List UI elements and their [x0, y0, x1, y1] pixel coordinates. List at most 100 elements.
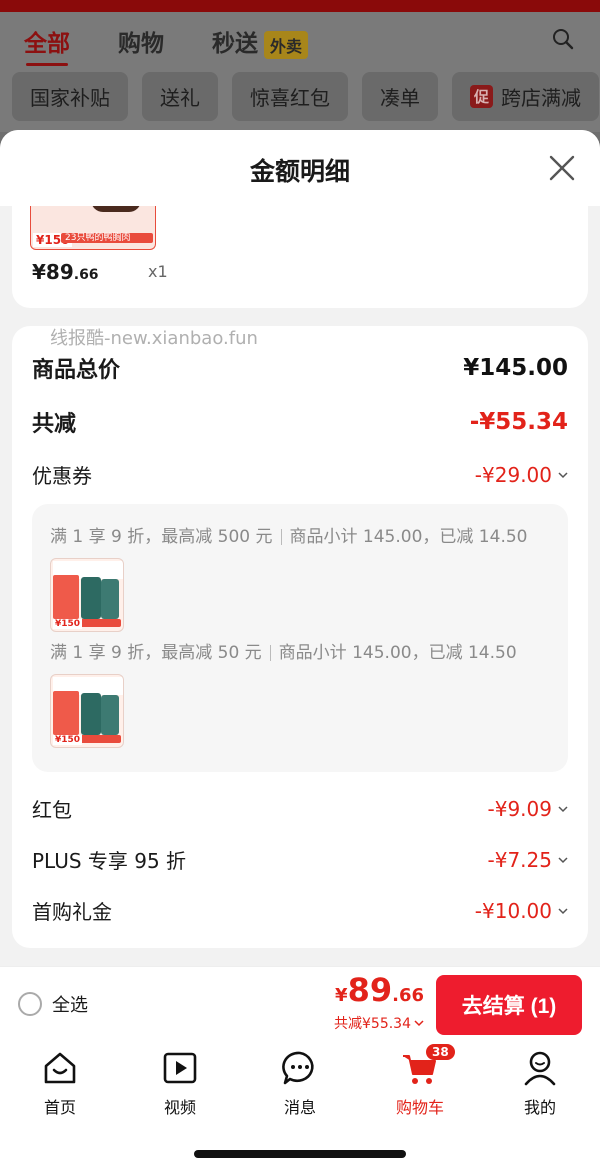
- product-thumbnail[interactable]: ¥150 23只鸭的鸭胸肉: [30, 206, 156, 250]
- waimai-badge: 外卖: [264, 30, 309, 59]
- row-red-packet[interactable]: 红包 -¥9.09: [32, 794, 568, 823]
- plus-discount-label: PLUS 专享 95 折: [32, 849, 187, 873]
- coupon-label: 优惠券: [32, 464, 92, 488]
- coupon-product-thumbnail[interactable]: ¥150: [50, 674, 124, 748]
- red-packet-label: 红包: [32, 798, 72, 822]
- message-icon: [282, 1051, 314, 1085]
- checkout-summary[interactable]: ¥89.66 共减¥55.34: [334, 971, 424, 1033]
- select-all-radio[interactable]: [18, 992, 42, 1016]
- coupon-rule: 满 1 享 9 折，最高减 50 元: [50, 643, 262, 663]
- total-price-value: ¥145.00: [463, 355, 568, 381]
- checkout-price-int: 89: [347, 971, 393, 1009]
- checkout-price: ¥89.66: [334, 971, 424, 1015]
- plus-discount-amount: -¥7.25: [487, 847, 552, 872]
- tab-shopping[interactable]: 购物: [118, 24, 164, 58]
- product-price-main: ¥89: [32, 260, 74, 284]
- tab-profile[interactable]: 我的: [500, 1048, 580, 1118]
- tab-video-label: 视频: [163, 1098, 196, 1117]
- coupon-detail-box: 满 1 享 9 折，最高减 500 元商品小计 145.00，已减 14.50 …: [32, 504, 568, 772]
- divider: [269, 645, 271, 661]
- row-plus-discount[interactable]: PLUS 专享 95 折 -¥7.25: [32, 845, 568, 874]
- video-icon: [163, 1052, 197, 1084]
- tab-video[interactable]: 视频: [140, 1048, 220, 1118]
- coupon-value: -¥29.00: [475, 463, 568, 487]
- chip-gift[interactable]: 送礼: [142, 72, 218, 121]
- product-image-shape: [91, 206, 141, 212]
- thumbnail-bag: [81, 693, 101, 735]
- chip-cross-store-label: 跨店满减: [501, 86, 582, 110]
- tab-home[interactable]: 首页: [20, 1048, 100, 1118]
- coupon-detail: 商品小计 145.00，已减 14.50: [289, 527, 528, 547]
- chip-top-up[interactable]: 凑单: [362, 72, 438, 121]
- checkout-saved-text: 共减¥55.34: [334, 1016, 411, 1032]
- background-tabs: 全部 购物 秒送 外卖: [24, 24, 309, 67]
- chip-national-subsidy[interactable]: 国家补贴: [12, 72, 128, 121]
- watermark: 线报酷-new.xianbao.fun: [50, 328, 258, 349]
- tab-message-label: 消息: [283, 1098, 316, 1117]
- tab-cart-label: 购物车: [395, 1098, 444, 1117]
- home-icon: [44, 1052, 76, 1084]
- tab-cart[interactable]: 38 购物车: [380, 1044, 460, 1118]
- first-purchase-amount: -¥10.00: [474, 898, 552, 923]
- close-icon[interactable]: [548, 154, 576, 182]
- cart-count-badge: 38: [426, 1044, 455, 1060]
- tab-miaosong[interactable]: 秒送 外卖: [212, 24, 309, 59]
- row-first-purchase[interactable]: 首购礼金 -¥10.00: [32, 896, 568, 925]
- coupon-product-thumbnail[interactable]: ¥150: [50, 558, 124, 632]
- select-all[interactable]: 全选: [18, 991, 88, 1017]
- red-packet-value: -¥9.09: [488, 797, 568, 821]
- first-purchase-label: 首购礼金: [32, 900, 112, 924]
- row-coupon[interactable]: 优惠券 -¥29.00: [32, 460, 568, 489]
- home-indicator: [194, 1150, 406, 1158]
- chevron-down-icon: [558, 471, 568, 478]
- thumbnail-price: ¥150: [53, 619, 83, 629]
- coupon-detail: 商品小计 145.00，已减 14.50: [278, 643, 517, 663]
- chip-cross-store[interactable]: 促跨店满减: [452, 72, 600, 121]
- filter-chips: 国家补贴 送礼 惊喜红包 凑单 促跨店满减: [12, 72, 600, 121]
- thumbnail-bag: [101, 579, 119, 619]
- coupon-rule-line: 满 1 享 9 折，最高减 50 元商品小计 145.00，已减 14.50: [50, 638, 517, 663]
- profile-icon: [524, 1051, 556, 1086]
- tab-profile-label: 我的: [523, 1098, 556, 1117]
- checkout-saved: 共减¥55.34: [334, 1013, 424, 1033]
- total-reduce-label: 共减: [32, 412, 77, 437]
- red-packet-amount: -¥9.09: [487, 796, 552, 821]
- plus-discount-value: -¥7.25: [488, 848, 568, 872]
- checkout-bar: 全选 ¥89.66 共减¥55.34 去结算 (1): [0, 966, 600, 1040]
- status-strip: [0, 0, 600, 12]
- first-purchase-value: -¥10.00: [475, 899, 568, 923]
- chevron-down-icon: [414, 1020, 424, 1027]
- currency-symbol: ¥: [335, 985, 348, 1006]
- product-card: ¥150 23只鸭的鸭胸肉 ¥89.66 x1: [12, 206, 588, 308]
- product-price: ¥89.66: [32, 260, 99, 284]
- thumbnail-banner: 23只鸭的鸭胸肉: [61, 233, 153, 243]
- divider: [280, 529, 282, 545]
- product-quantity: x1: [148, 262, 168, 281]
- total-reduce-value: -¥55.34: [469, 409, 568, 435]
- checkout-button[interactable]: 去结算 (1): [436, 975, 582, 1035]
- row-total-reduce: 共减 -¥55.34: [32, 406, 568, 438]
- coupon-rule: 满 1 享 9 折，最高减 500 元: [50, 527, 273, 547]
- coupon-rule-line: 满 1 享 9 折，最高减 500 元商品小计 145.00，已减 14.50: [50, 522, 527, 547]
- tab-all[interactable]: 全部: [24, 24, 70, 67]
- select-all-label: 全选: [52, 995, 88, 1016]
- tab-message[interactable]: 消息: [260, 1048, 340, 1118]
- chevron-down-icon: [558, 856, 568, 863]
- thumbnail-promo-panel: [53, 575, 79, 619]
- tab-home-label: 首页: [43, 1098, 76, 1117]
- thumbnail-promo-panel: [53, 691, 79, 735]
- chip-red-packet[interactable]: 惊喜红包: [232, 72, 348, 121]
- tab-miaosong-label: 秒送: [212, 31, 258, 57]
- thumbnail-price: ¥150: [53, 735, 83, 745]
- promo-badge: 促: [470, 85, 494, 108]
- amount-breakdown-card: 商品总价 ¥145.00 共减 -¥55.34 优惠券 -¥29.00 满 1 …: [12, 326, 588, 948]
- coupon-amount: -¥29.00: [474, 462, 552, 487]
- thumbnail-bag: [81, 577, 101, 619]
- product-price-decimal: .66: [73, 267, 99, 283]
- search-icon[interactable]: [552, 28, 574, 50]
- checkout-price-dec: .66: [392, 985, 424, 1006]
- thumbnail-bag: [101, 695, 119, 735]
- row-total-price: 商品总价 ¥145.00: [32, 352, 568, 384]
- sheet-title: 金额明细: [249, 157, 350, 186]
- amount-detail-sheet: 金额明细 ¥150 23只鸭的鸭胸肉 ¥89.66 x1 商品总价 ¥145.0…: [0, 130, 600, 966]
